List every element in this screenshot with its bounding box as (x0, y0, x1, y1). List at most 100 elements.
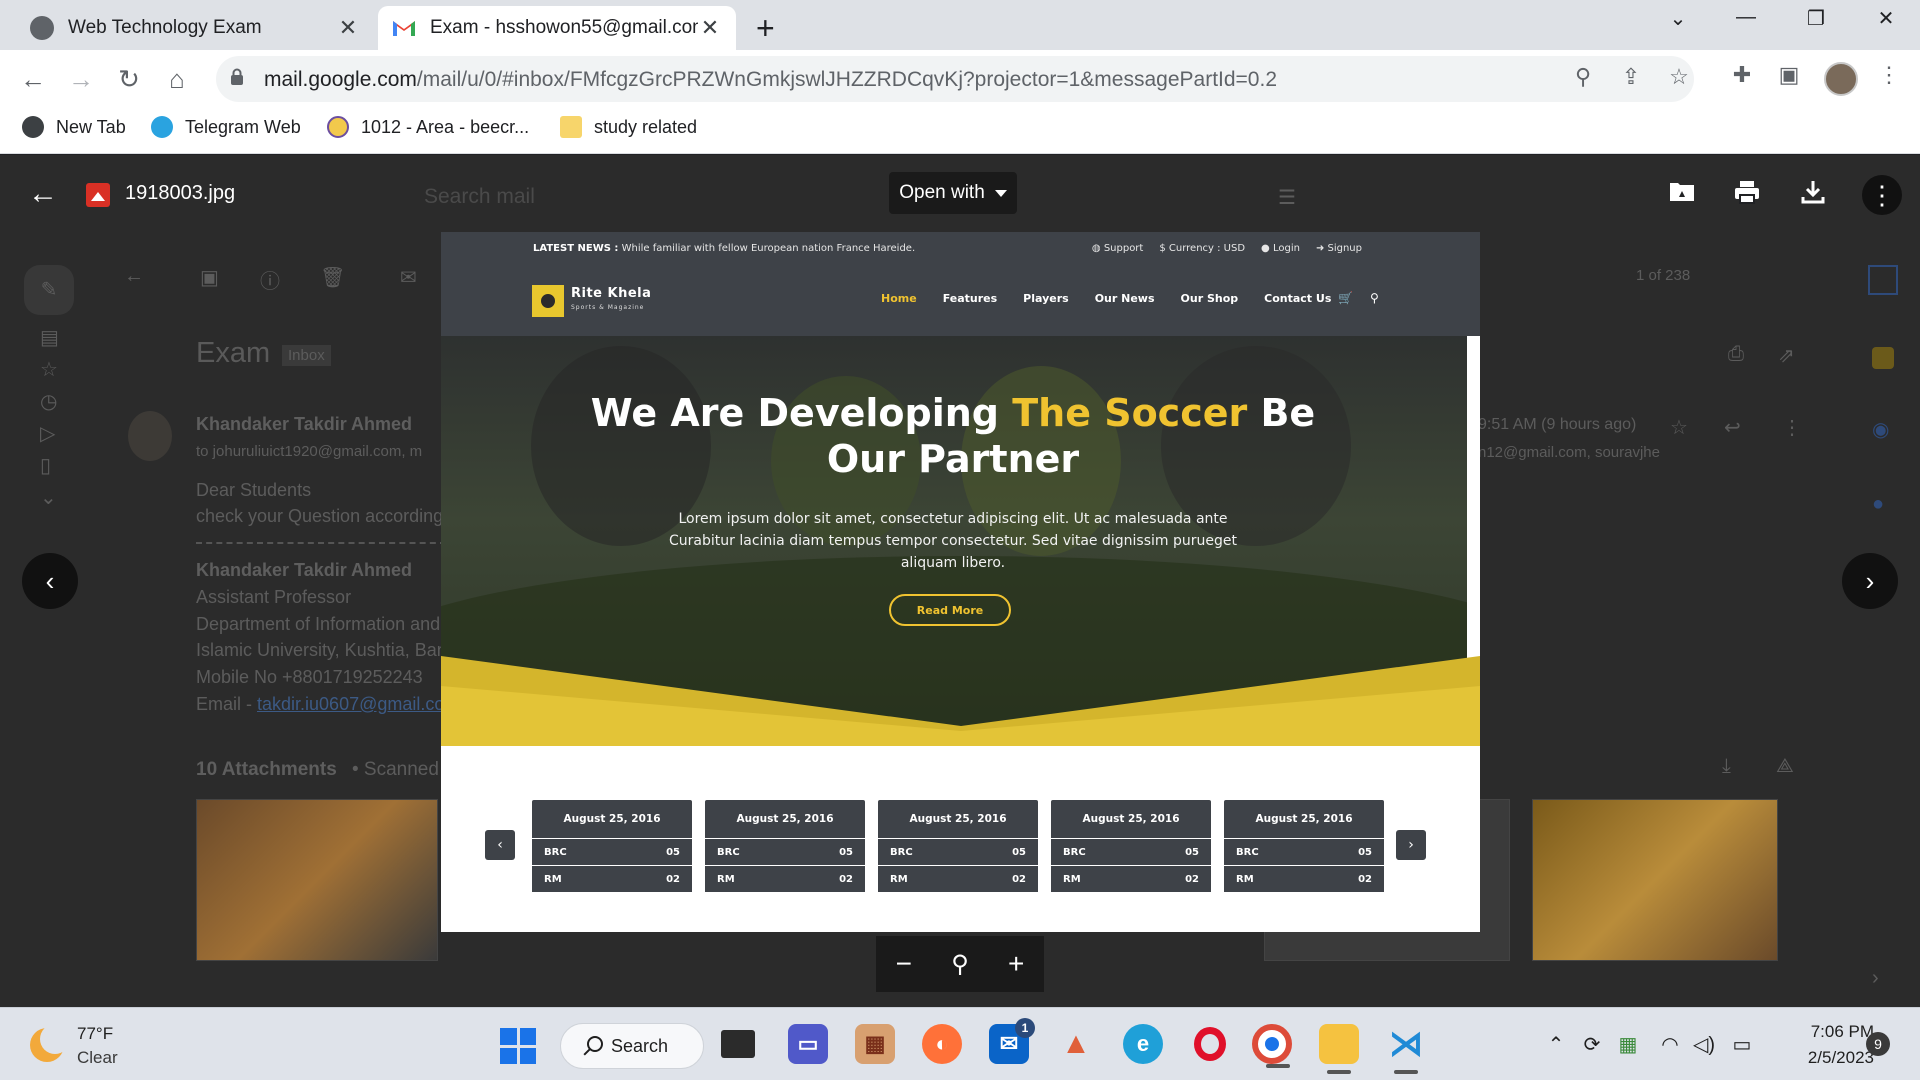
chrome-icon[interactable] (1252, 1024, 1292, 1068)
bookmark-new-tab[interactable]: New Tab (22, 116, 126, 138)
firefox-icon[interactable]: ◐ (922, 1024, 962, 1064)
zoom-out-icon[interactable]: − (896, 948, 912, 980)
compose-icon: ✎ (24, 265, 74, 315)
tab-gmail-exam[interactable]: Exam - hsshowon55@gmail.com ✕ (378, 6, 736, 50)
minimize-icon[interactable]: — (1726, 6, 1766, 29)
download-icon[interactable] (1797, 179, 1829, 211)
forward-icon[interactable]: → (64, 62, 98, 96)
moon-weather-icon[interactable] (30, 1024, 70, 1062)
close-tab-icon[interactable]: ✕ (698, 15, 722, 41)
beecrowd-icon (327, 116, 349, 138)
mail-icon[interactable]: ✉ 1 (989, 1018, 1035, 1064)
bookmark-star-icon[interactable]: ☆ (1664, 64, 1694, 90)
telegram-icon (151, 116, 173, 138)
pager: 1 of 238 (1636, 267, 1691, 284)
tab-web-technology-exam[interactable]: Web Technology Exam ✕ (16, 6, 374, 50)
prev-match-icon: ‹ (485, 830, 515, 860)
file-name: 1918003.jpg (125, 182, 236, 204)
matches-section: ‹ August 25, 2016 BRC 05 RM 02 August 25, … (441, 746, 1480, 932)
match-team-row: RM 02 (532, 866, 692, 892)
match-card: August 25, 2016 BRC 05 RM 02 (878, 800, 1038, 910)
vscode-icon[interactable]: ⋊ (1386, 1024, 1426, 1074)
keyboard-tray-icon[interactable]: ▦ (1614, 1032, 1642, 1057)
volume-icon[interactable]: ◁) (1690, 1032, 1718, 1057)
globe-icon (30, 16, 54, 40)
task-view-icon[interactable] (721, 1030, 755, 1058)
zoom-reset-icon[interactable]: ⚲ (951, 950, 969, 979)
notification-count[interactable]: 9 (1866, 1032, 1890, 1056)
clock-time[interactable]: 7:06 PM (1784, 1022, 1874, 1042)
calendar-icon (1868, 265, 1898, 295)
more-actions-icon[interactable]: ⋮ (1862, 175, 1902, 215)
more-options-icon: ⋮ (1782, 417, 1802, 439)
back-icon[interactable]: ← (16, 62, 50, 96)
menu-features: Features (942, 292, 998, 305)
recipients: to johuruliuict1920@gmail.com, m (196, 443, 423, 460)
photos-app-icon[interactable]: ▦ (855, 1024, 895, 1064)
browser-toolbar: ← → ↻ ⌂ mail.google.com/mail/u/0/#inbox/… (0, 50, 1920, 108)
signature-univ: Islamic University, Kushtia, Ban (196, 640, 447, 660)
open-with-button[interactable]: Open with (889, 172, 1017, 214)
reload-icon[interactable]: ↻ (112, 62, 146, 96)
bookmark-folder-study[interactable]: study related (560, 116, 697, 138)
start-button[interactable] (500, 1028, 536, 1064)
matlab-icon[interactable]: ▲ (1056, 1024, 1096, 1064)
wifi-icon[interactable]: ◠ (1656, 1032, 1684, 1057)
add-to-drive-icon[interactable] (1666, 179, 1698, 211)
file-explorer-icon[interactable] (1319, 1024, 1359, 1074)
signature-dept: Department of Information and (196, 614, 441, 634)
match-date: August 25, 2016 (878, 800, 1038, 838)
bookmark-telegram[interactable]: Telegram Web (151, 116, 301, 138)
close-tab-icon[interactable]: ✕ (336, 15, 360, 41)
profile-avatar[interactable] (1824, 62, 1858, 96)
zoom-icon[interactable]: ⚲ (1568, 64, 1598, 90)
weather-condition[interactable]: Clear (77, 1048, 118, 1068)
archive-icon: ▣ (200, 267, 219, 289)
logo-tagline: Sports & Magazine (571, 304, 645, 311)
extensions-icon[interactable]: ✚ (1725, 62, 1759, 88)
share-icon[interactable]: ⇪ (1616, 64, 1646, 90)
match-team-row: BRC 05 (1051, 839, 1211, 865)
next-match-icon: › (1396, 830, 1426, 860)
chrome-menu-icon[interactable]: ⋮ (1872, 62, 1906, 88)
teams-chat-icon[interactable]: ▭ (788, 1024, 828, 1064)
match-date: August 25, 2016 (532, 800, 692, 838)
match-card: August 25, 2016 BRC 05 RM 02 (1051, 800, 1211, 910)
site-menu: Home Features Players Our News Our Shop … (881, 292, 1331, 305)
url-text: mail.google.com/mail/u/0/#inbox/FMfcgzGr… (264, 68, 1278, 91)
close-viewer-back-icon[interactable]: ← (28, 177, 58, 211)
keep-icon (1872, 347, 1894, 369)
next-attachment-button[interactable]: › (1842, 553, 1898, 609)
home-icon[interactable]: ⌂ (160, 62, 194, 96)
folder-icon (560, 116, 582, 138)
tab-title: Web Technology Exam (68, 17, 262, 38)
attachments-title: 10 Attachments (196, 759, 337, 780)
edge-icon[interactable]: e (1123, 1024, 1163, 1064)
recipients-more: n12@gmail.com, souravjhe (1478, 444, 1660, 461)
zoom-in-icon[interactable]: + (1008, 948, 1024, 980)
show-hidden-icons-chevron-icon[interactable]: ⌃ (1542, 1032, 1570, 1057)
bookmark-beecrowd[interactable]: 1012 - Area - beecr... (327, 116, 529, 138)
side-panel-icon[interactable]: ▣ (1772, 62, 1806, 88)
tab-search-icon[interactable]: ⌄ (1658, 6, 1698, 31)
match-card: August 25, 2016 BRC 05 RM 02 (1224, 800, 1384, 910)
restore-icon[interactable]: ❐ (1796, 6, 1836, 31)
weather-temperature[interactable]: 77°F (77, 1024, 113, 1044)
opera-icon[interactable] (1190, 1024, 1230, 1064)
battery-icon[interactable]: ▭ (1728, 1032, 1756, 1057)
body-text: check your Question according (196, 506, 444, 526)
match-date: August 25, 2016 (705, 800, 865, 838)
taskbar-search[interactable]: Search (560, 1023, 704, 1069)
download-all-icon: ⤓ (1722, 755, 1731, 777)
print-icon[interactable] (1731, 179, 1763, 211)
match-team-row: RM 02 (1051, 866, 1211, 892)
close-window-icon[interactable]: ✕ (1866, 6, 1906, 31)
match-team-row: RM 02 (1224, 866, 1384, 892)
match-date: August 25, 2016 (1224, 800, 1384, 838)
sync-icon[interactable]: ⟳ (1578, 1032, 1606, 1057)
previous-attachment-button[interactable]: ‹ (22, 553, 78, 609)
menu-our-shop: Our Shop (1180, 292, 1239, 305)
clock-date[interactable]: 2/5/2023 (1784, 1048, 1874, 1068)
address-bar[interactable]: mail.google.com/mail/u/0/#inbox/FMfcgzGr… (216, 56, 1694, 102)
new-tab-button[interactable]: + (756, 10, 775, 47)
